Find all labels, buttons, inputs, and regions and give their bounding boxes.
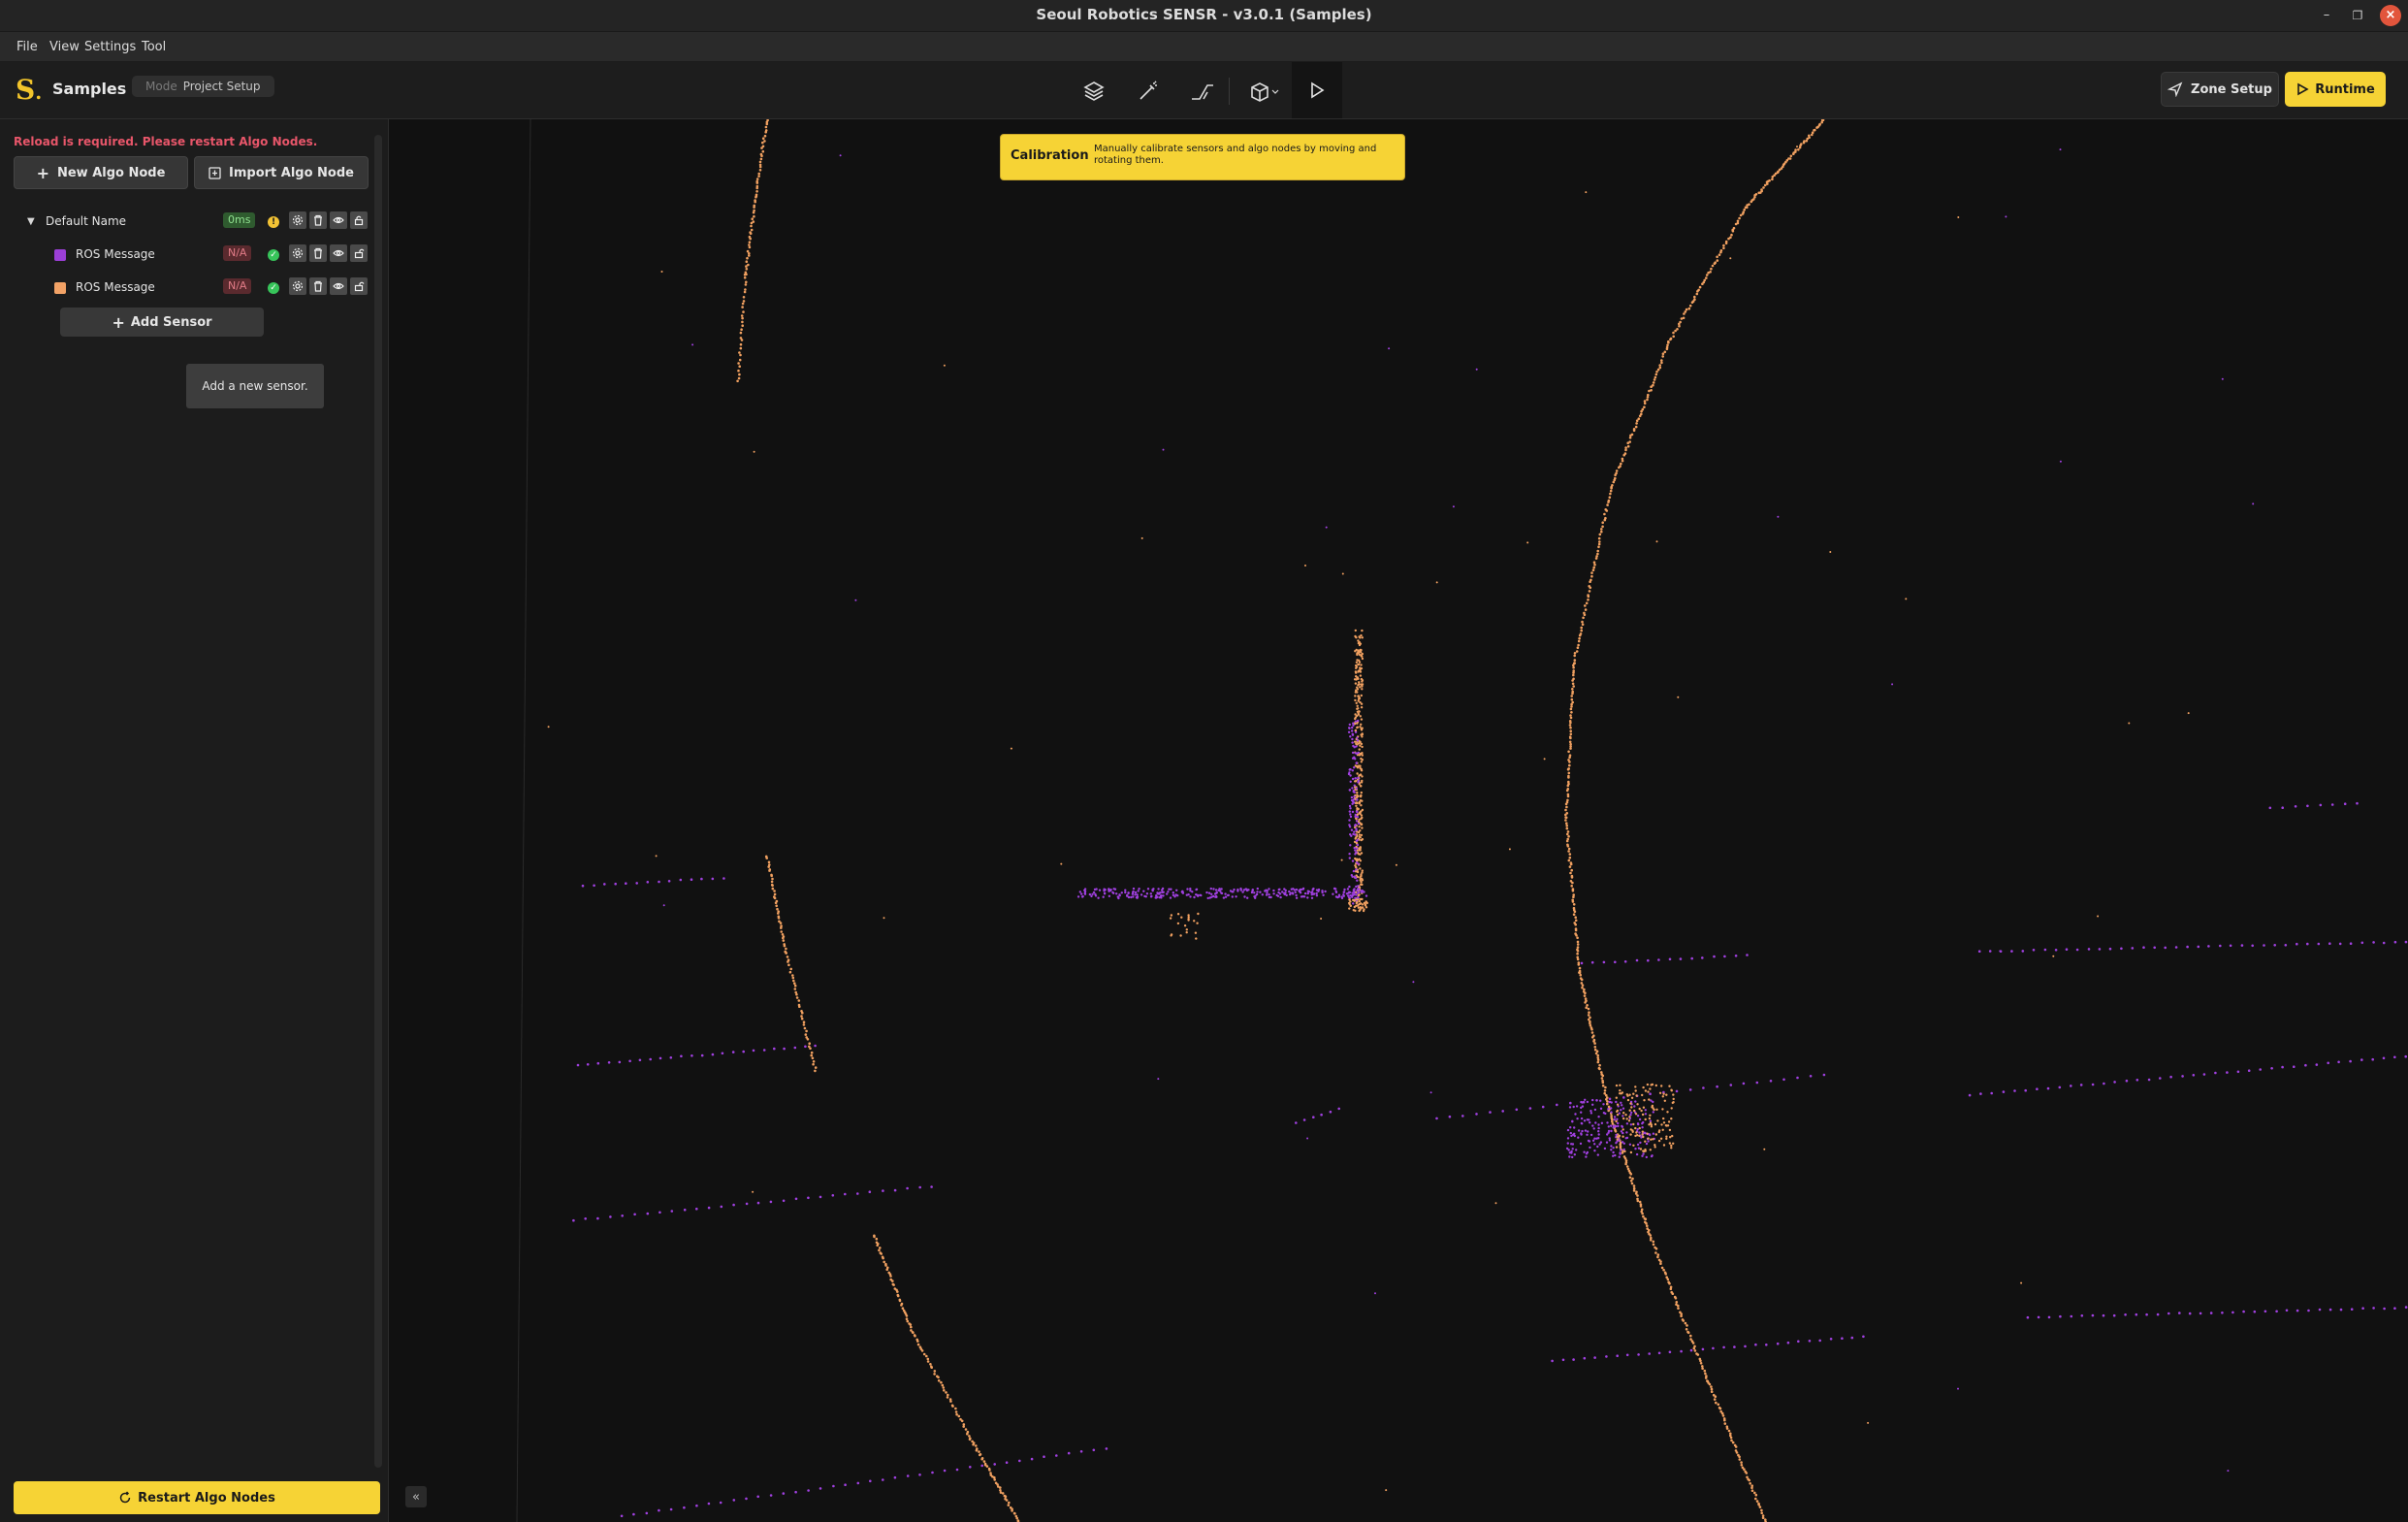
algo-node-name: Default Name — [46, 214, 127, 228]
new-algo-node-label: New Algo Node — [56, 165, 166, 180]
visibility-icon[interactable] — [330, 211, 347, 229]
main-toolbar: S. Samples Mode Project Setup Zone Setup … — [0, 62, 2408, 119]
sensor-name: ROS Message — [76, 280, 155, 294]
refresh-icon — [119, 1491, 131, 1504]
settings-icon[interactable] — [289, 277, 306, 295]
grid-line — [516, 119, 531, 1522]
toolbar-divider — [1229, 78, 1230, 105]
check-status-icon: ✓ — [268, 282, 279, 294]
visibility-icon[interactable] — [330, 277, 347, 295]
point-cloud-points — [547, 119, 2408, 1522]
menu-file[interactable]: File — [16, 40, 38, 54]
node-actions — [289, 211, 368, 229]
menu-bar: File View Settings Tool — [0, 32, 2408, 62]
runtime-button[interactable]: Runtime — [2285, 72, 2386, 107]
sensor-color-swatch[interactable] — [54, 282, 66, 294]
zone-setup-icon — [2167, 81, 2183, 97]
unlock-icon[interactable] — [350, 277, 368, 295]
latency-badge: N/A — [223, 245, 252, 261]
caret-down-icon[interactable]: ▼ — [27, 216, 35, 227]
algo-node-sidebar: Reload is required. Please restart Algo … — [0, 119, 389, 1522]
add-sensor-tooltip: Add a new sensor. — [186, 364, 324, 408]
algo-node-row[interactable]: ▼ Default Name 0ms ! — [0, 209, 369, 236]
app-logo: S. — [16, 74, 43, 106]
delete-icon[interactable] — [309, 277, 327, 295]
point-cloud-viewport[interactable]: Calibration Manually calibrate sensors a… — [389, 119, 2408, 1522]
import-icon — [209, 166, 221, 179]
zone-setup-label: Zone Setup — [2191, 81, 2272, 97]
calibration-description: Manually calibrate sensors and algo node… — [1094, 144, 1377, 166]
mode-value: Project Setup — [182, 80, 261, 93]
sidebar-scrollbar[interactable] — [374, 135, 382, 1468]
delete-icon[interactable] — [309, 211, 327, 229]
magic-wand-icon[interactable] — [1131, 74, 1166, 109]
add-sensor-button[interactable]: + Add Sensor — [60, 308, 264, 337]
sensor-name: ROS Message — [76, 247, 155, 261]
play-icon[interactable] — [1292, 62, 1342, 118]
sensor-actions — [289, 277, 368, 295]
calibration-banner: Calibration Manually calibrate sensors a… — [1000, 134, 1405, 180]
maximize-button[interactable]: ❐ — [2347, 5, 2368, 26]
calibration-title: Calibration — [1011, 148, 1089, 163]
window-title-bar: Seoul Robotics SENSR - v3.0.1 (Samples) … — [0, 0, 2408, 32]
sensor-actions — [289, 244, 368, 262]
import-algo-node-label: Import Algo Node — [229, 165, 354, 180]
reload-warning: Reload is required. Please restart Algo … — [14, 135, 318, 148]
zone-setup-button[interactable]: Zone Setup — [2161, 72, 2279, 107]
menu-view[interactable]: View — [49, 40, 80, 54]
play-icon — [2297, 82, 2309, 96]
restart-label: Restart Algo Nodes — [138, 1490, 275, 1506]
menu-settings[interactable]: Settings — [84, 40, 136, 54]
mode-label: Mode — [145, 80, 177, 93]
latency-badge: 0ms — [223, 212, 256, 228]
project-name: Samples — [52, 80, 127, 98]
new-algo-node-button[interactable]: + New Algo Node — [14, 156, 188, 189]
sensor-row[interactable]: ROS Message N/A ✓ — [0, 242, 369, 269]
plus-icon: + — [112, 312, 125, 332]
point-cloud-canvas[interactable] — [389, 119, 2408, 1522]
runtime-label: Runtime — [2315, 81, 2375, 97]
import-algo-node-button[interactable]: Import Algo Node — [194, 156, 369, 189]
latency-badge: N/A — [223, 278, 252, 294]
cube-view-icon[interactable] — [1243, 74, 1286, 109]
plus-icon: + — [36, 163, 49, 182]
sensor-color-swatch[interactable] — [54, 249, 66, 261]
visibility-icon[interactable] — [330, 244, 347, 262]
layers-icon[interactable] — [1076, 74, 1111, 109]
warning-status-icon: ! — [268, 216, 279, 228]
menu-tool[interactable]: Tool — [142, 40, 166, 54]
settings-icon[interactable] — [289, 244, 306, 262]
mode-indicator: Mode Project Setup — [132, 76, 274, 97]
minimize-button[interactable]: – — [2316, 5, 2337, 26]
delete-icon[interactable] — [309, 244, 327, 262]
sensor-row[interactable]: ROS Message N/A ✓ — [0, 275, 369, 302]
close-button[interactable]: × — [2380, 5, 2401, 26]
restart-algo-nodes-button[interactable]: Restart Algo Nodes — [14, 1481, 380, 1514]
ramp-icon[interactable] — [1185, 74, 1220, 109]
add-sensor-label: Add Sensor — [130, 314, 212, 330]
window-title: Seoul Robotics SENSR - v3.0.1 (Samples) — [1036, 6, 1372, 23]
unlock-icon[interactable] — [350, 244, 368, 262]
check-status-icon: ✓ — [268, 249, 279, 261]
settings-icon[interactable] — [289, 211, 306, 229]
lock-icon[interactable] — [350, 211, 368, 229]
